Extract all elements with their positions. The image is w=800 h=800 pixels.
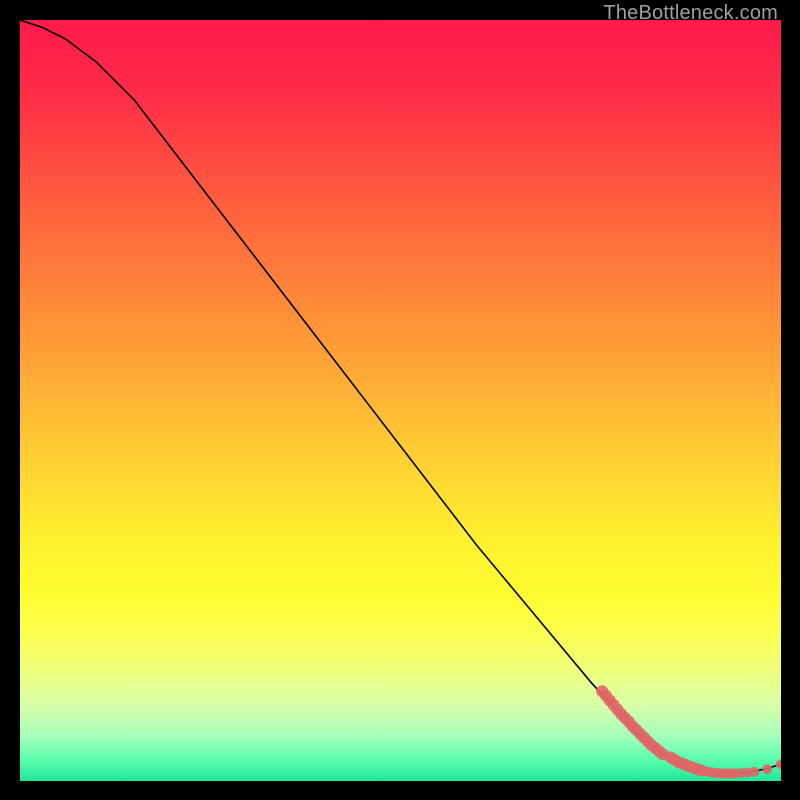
chart-frame [20,20,781,781]
data-marker [749,767,759,777]
watermark-text: TheBottleneck.com [603,2,778,25]
data-marker [762,764,772,774]
gradient-background [20,20,781,781]
chart-plot [20,20,781,781]
